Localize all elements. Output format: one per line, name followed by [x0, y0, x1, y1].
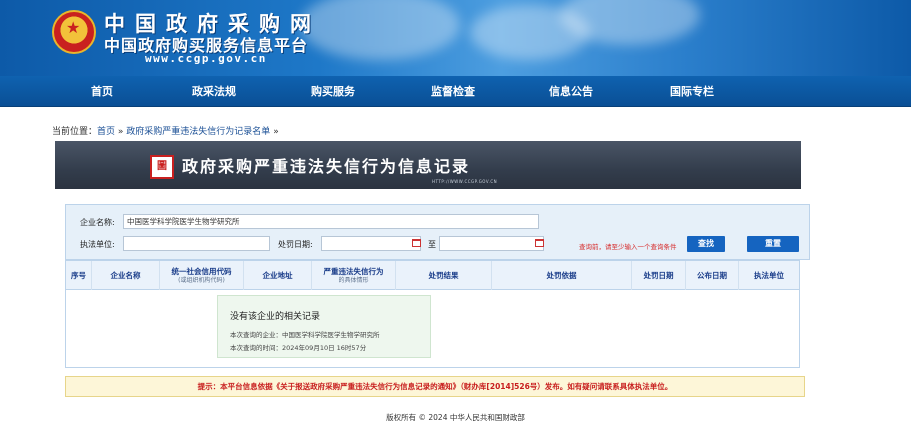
breadcrumb: 当前位置：首页 » 政府采购严重违法失信行为记录名单 »	[52, 124, 279, 137]
page-title: 政府采购严重违法失信行为信息记录	[182, 157, 471, 176]
agency-label: 执法单位:	[80, 240, 115, 249]
breadcrumb-prefix: 当前位置：	[52, 127, 98, 137]
calendar-end-icon[interactable]	[535, 239, 544, 247]
col-credit-code: 统一社会信用代码 (或组织机构代码)	[160, 261, 244, 290]
col-publish-date: 公布日期	[686, 261, 739, 290]
seal-icon: 圖	[150, 155, 174, 179]
col-agency: 执法单位	[754, 271, 784, 280]
notice-bar: 提示：本平台信息依据《关于报送政府采购严重违法失信行为信息记录的通知》（财办库[…	[65, 376, 805, 397]
col-violation: 严重违法失信行为 的具体情形	[312, 261, 396, 290]
no-result-box: 没有该企业的相关记录 本次查询的企业：中国医学科学院医学生物学研究所 本次查询的…	[217, 295, 431, 358]
breadcrumb-tail: »	[273, 127, 279, 137]
nav-item-purchase-services[interactable]: 购买服务	[293, 76, 373, 107]
col-penalty-date: 处罚日期	[632, 261, 686, 290]
company-label: 企业名称:	[80, 218, 115, 227]
site-url: www.ccgp.gov.cn	[145, 52, 267, 65]
no-result-time: 本次查询的时间：2024年09月10日 16时57分	[230, 344, 367, 352]
main-nav: 首页 政采法规 购买服务 监督检查 信息公告 国际专栏	[0, 76, 911, 107]
breadcrumb-separator: »	[117, 127, 124, 137]
footer-copyright: 版权所有 © 2024 中华人民共和国财政部	[386, 413, 525, 422]
search-panel: 企业名称: 执法单位: 处罚日期: 至 查询前，请至少输入一个查询条件 查找 重…	[65, 204, 810, 260]
search-hint: 查询前，请至少输入一个查询条件	[579, 243, 677, 251]
date-label: 处罚日期:	[278, 240, 313, 249]
nav-item-announcements[interactable]: 信息公告	[531, 76, 611, 107]
date-end-input[interactable]	[439, 236, 544, 251]
title-url: HTTP://WWW.CCGP.GOV.CN	[432, 179, 498, 184]
date-start-input[interactable]	[321, 236, 421, 251]
nav-item-international[interactable]: 国际专栏	[652, 76, 732, 107]
search-button[interactable]: 查找	[687, 236, 725, 252]
calendar-start-icon[interactable]	[412, 239, 421, 247]
col-address: 企业地址	[244, 261, 312, 290]
breadcrumb-current-link[interactable]: 政府采购严重违法失信行为记录名单	[126, 127, 270, 137]
col-index: 序号	[66, 261, 92, 290]
results-table: 序号 企业名称 统一社会信用代码 (或组织机构代码) 企业地址 严重违法失信行为的…	[65, 260, 800, 368]
no-result-company: 本次查询的企业：中国医学科学院医学生物学研究所	[230, 331, 380, 339]
nav-item-regulations[interactable]: 政采法规	[174, 76, 254, 107]
nav-item-supervision[interactable]: 监督检查	[413, 76, 493, 107]
nav-item-home[interactable]: 首页	[62, 76, 142, 107]
reset-button[interactable]: 重置	[747, 236, 799, 252]
col-penalty: 处罚结果	[396, 261, 492, 290]
breadcrumb-home-link[interactable]: 首页	[97, 127, 115, 137]
col-company: 企业名称	[92, 261, 160, 290]
national-emblem-icon	[52, 10, 96, 54]
company-name-input[interactable]	[123, 214, 539, 229]
table-header: 序号 企业名称 统一社会信用代码 (或组织机构代码) 企业地址 严重违法失信行为的…	[66, 261, 799, 290]
agency-input[interactable]	[123, 236, 270, 251]
date-to-label: 至	[428, 240, 436, 249]
no-result-title: 没有该企业的相关记录	[230, 312, 321, 322]
col-basis: 处罚依据	[492, 261, 632, 290]
